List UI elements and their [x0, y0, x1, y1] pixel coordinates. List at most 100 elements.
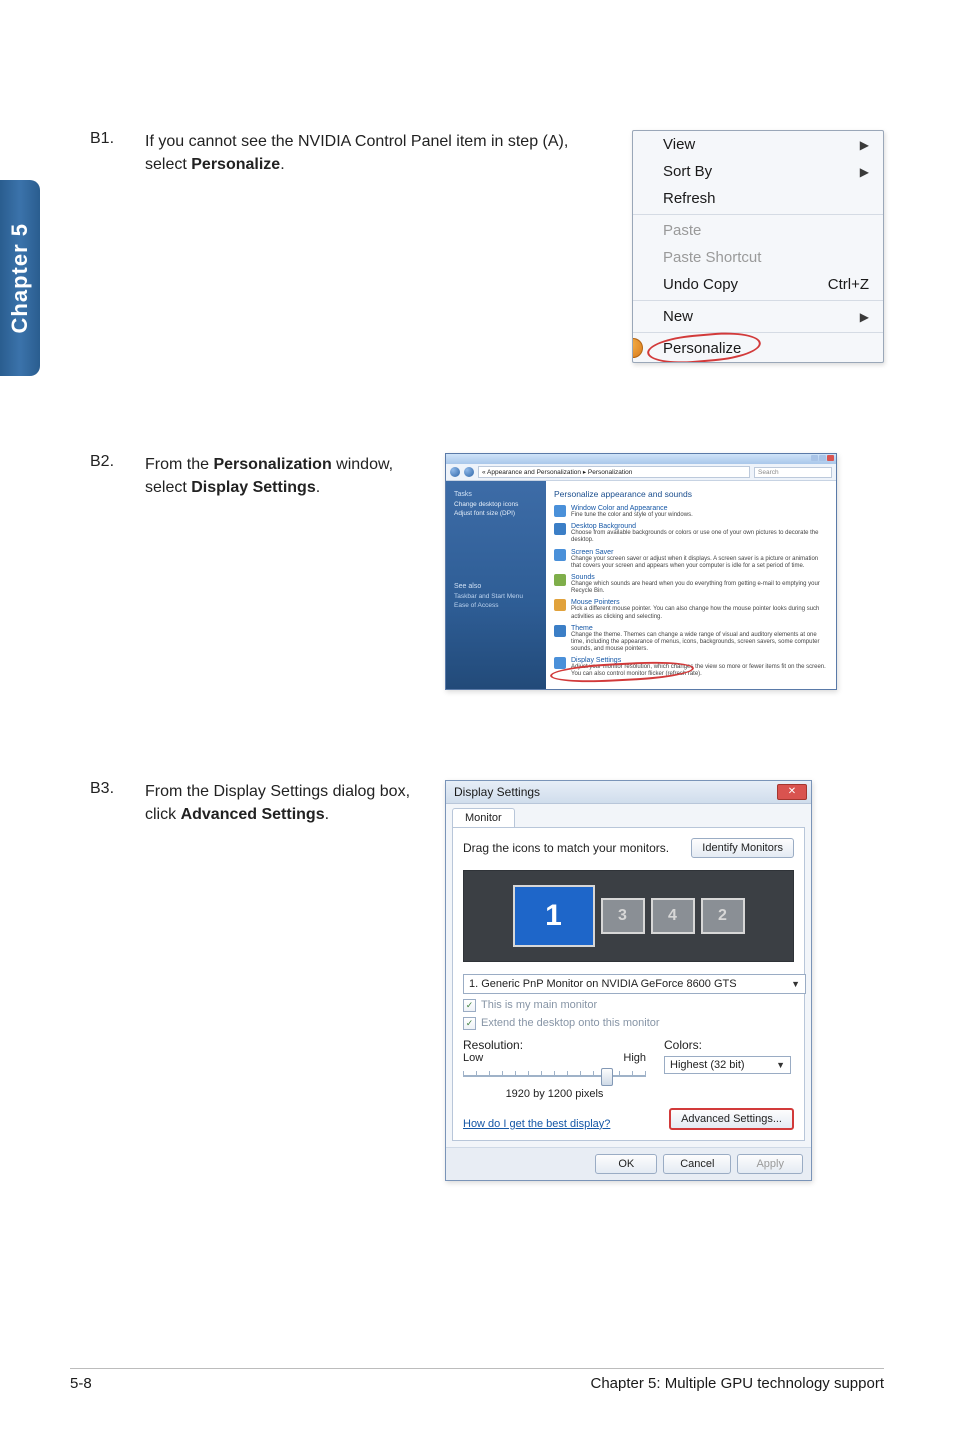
see-also-header: See also	[454, 583, 538, 590]
item-screen-saver[interactable]: Screen SaverChange your screen saver or …	[554, 549, 828, 570]
item-display-settings[interactable]: Display SettingsAdjust your monitor reso…	[554, 657, 828, 678]
drag-instruction: Drag the icons to match your monitors.	[463, 841, 669, 855]
step-b2-number: B2.	[90, 453, 145, 471]
dialog-title: Display Settings	[454, 785, 540, 799]
chapter-side-tab: Chapter 5	[0, 180, 40, 376]
task-adjust-font-size[interactable]: Adjust font size (DPI)	[454, 510, 538, 517]
ctx-new[interactable]: New▶	[633, 303, 883, 330]
theme-icon	[554, 625, 566, 637]
submenu-arrow-icon: ▶	[860, 165, 869, 179]
personalize-icon	[632, 338, 643, 358]
display-settings-figure: Display Settings ✕ Monitor Drag the icon…	[445, 780, 812, 1181]
slider-high-label: High	[623, 1052, 646, 1064]
advanced-settings-button[interactable]: Advanced Settings...	[669, 1108, 794, 1130]
monitor-1[interactable]: 1	[513, 885, 595, 947]
dialog-button-row: OK Cancel Apply	[446, 1147, 811, 1180]
item-theme[interactable]: ThemeChange the theme. Themes can change…	[554, 625, 828, 654]
ctx-sortby[interactable]: Sort By▶	[633, 158, 883, 185]
resolution-current: 1920 by 1200 pixels	[463, 1088, 646, 1100]
item-desktop-background[interactable]: Desktop BackgroundChoose from available …	[554, 523, 828, 544]
step-b1: B1. If you cannot see the NVIDIA Control…	[90, 130, 884, 363]
ctx-paste: Paste	[633, 217, 883, 244]
item-sounds[interactable]: SoundsChange which sounds are heard when…	[554, 574, 828, 595]
explorer-address-bar: « Appearance and Personalization ▸ Perso…	[446, 464, 836, 481]
nav-back-button[interactable]	[450, 467, 460, 477]
sounds-icon	[554, 574, 566, 586]
step-b2-text: From the Personalization window, select …	[145, 453, 445, 499]
window-controls[interactable]	[810, 455, 834, 462]
submenu-arrow-icon: ▶	[860, 138, 869, 152]
personalization-window: « Appearance and Personalization ▸ Perso…	[445, 453, 837, 690]
display-settings-dialog: Display Settings ✕ Monitor Drag the icon…	[445, 780, 812, 1181]
menu-separator	[633, 332, 883, 333]
step-b3-text: From the Display Settings dialog box, cl…	[145, 780, 445, 826]
chapter-title: Chapter 5: Multiple GPU technology suppo…	[591, 1375, 885, 1392]
chk-extend-desktop: ✓Extend the desktop onto this monitor	[463, 1017, 794, 1030]
resolution-slider[interactable]	[463, 1068, 646, 1084]
slider-thumb[interactable]	[601, 1068, 613, 1086]
ctx-undo-copy[interactable]: Undo CopyCtrl+Z	[633, 271, 883, 298]
screen-saver-icon	[554, 549, 566, 561]
dropdown-arrow-icon: ▼	[791, 979, 800, 989]
page-number: 5-8	[70, 1375, 92, 1392]
personalization-heading: Personalize appearance and sounds	[554, 489, 828, 499]
item-mouse-pointers[interactable]: Mouse PointersPick a different mouse poi…	[554, 599, 828, 620]
tab-monitor[interactable]: Monitor	[452, 808, 515, 827]
colors-select[interactable]: Highest (32 bit)▼	[664, 1056, 791, 1074]
resolution-label: Resolution:	[463, 1038, 646, 1052]
breadcrumb[interactable]: « Appearance and Personalization ▸ Perso…	[478, 466, 750, 478]
ctx-view[interactable]: View▶	[633, 131, 883, 158]
desktop-bg-icon	[554, 523, 566, 535]
ctx-refresh[interactable]: Refresh	[633, 185, 883, 212]
ctx-personalize[interactable]: Personalize	[633, 335, 883, 362]
desktop-context-menu: View▶ Sort By▶ Refresh Paste Paste Short…	[632, 130, 884, 363]
slider-low-label: Low	[463, 1052, 483, 1064]
dialog-titlebar[interactable]: Display Settings ✕	[446, 781, 811, 804]
checkbox-icon: ✓	[463, 1017, 476, 1030]
see-taskbar-start[interactable]: Taskbar and Start Menu	[454, 593, 538, 600]
submenu-arrow-icon: ▶	[860, 310, 869, 324]
nav-forward-button[interactable]	[464, 467, 474, 477]
content-area: B1. If you cannot see the NVIDIA Control…	[90, 130, 884, 1271]
window-color-icon	[554, 505, 566, 517]
display-settings-icon	[554, 657, 566, 669]
task-change-desktop-icons[interactable]: Change desktop icons	[454, 501, 538, 508]
cancel-button[interactable]: Cancel	[663, 1154, 731, 1174]
checkbox-icon: ✓	[463, 999, 476, 1012]
context-menu-figure: View▶ Sort By▶ Refresh Paste Paste Short…	[632, 130, 884, 363]
monitor-2[interactable]: 2	[701, 898, 745, 934]
step-b3-number: B3.	[90, 780, 145, 798]
monitor-3[interactable]: 3	[601, 898, 645, 934]
colors-label: Colors:	[664, 1038, 794, 1052]
ctx-undo-copy-key: Ctrl+Z	[828, 276, 869, 293]
ok-button[interactable]: OK	[595, 1154, 657, 1174]
step-b2: B2. From the Personalization window, sel…	[90, 453, 884, 690]
step-b1-number: B1.	[90, 130, 145, 148]
apply-button: Apply	[737, 1154, 803, 1174]
monitor-layout-area[interactable]: 1 3 4 2	[463, 870, 794, 962]
tasks-header: Tasks	[454, 491, 538, 498]
item-window-color[interactable]: Window Color and AppearanceFine tune the…	[554, 505, 828, 519]
monitor-select[interactable]: 1. Generic PnP Monitor on NVIDIA GeForce…	[463, 974, 806, 994]
tasks-sidebar: Tasks Change desktop icons Adjust font s…	[446, 481, 546, 689]
chk-main-monitor: ✓This is my main monitor	[463, 999, 794, 1012]
identify-monitors-button[interactable]: Identify Monitors	[691, 838, 794, 858]
personalization-main: Personalize appearance and sounds Window…	[546, 481, 836, 689]
close-button[interactable]: ✕	[777, 784, 807, 800]
see-ease-of-access[interactable]: Ease of Access	[454, 602, 538, 609]
search-input[interactable]: Search	[754, 467, 832, 478]
step-b3: B3. From the Display Settings dialog box…	[90, 780, 884, 1181]
mouse-icon	[554, 599, 566, 611]
page-footer: 5-8 Chapter 5: Multiple GPU technology s…	[70, 1368, 884, 1392]
menu-separator	[633, 214, 883, 215]
step-b1-text: If you cannot see the NVIDIA Control Pan…	[145, 130, 632, 176]
dropdown-arrow-icon: ▼	[776, 1060, 785, 1070]
window-titlebar[interactable]	[446, 454, 836, 464]
chapter-side-tab-label: Chapter 5	[7, 223, 33, 333]
help-link[interactable]: How do I get the best display?	[463, 1118, 610, 1130]
monitor-4[interactable]: 4	[651, 898, 695, 934]
ctx-paste-shortcut: Paste Shortcut	[633, 244, 883, 271]
personalization-window-figure: « Appearance and Personalization ▸ Perso…	[445, 453, 837, 690]
monitor-panel: Drag the icons to match your monitors. I…	[452, 827, 805, 1141]
menu-separator	[633, 300, 883, 301]
